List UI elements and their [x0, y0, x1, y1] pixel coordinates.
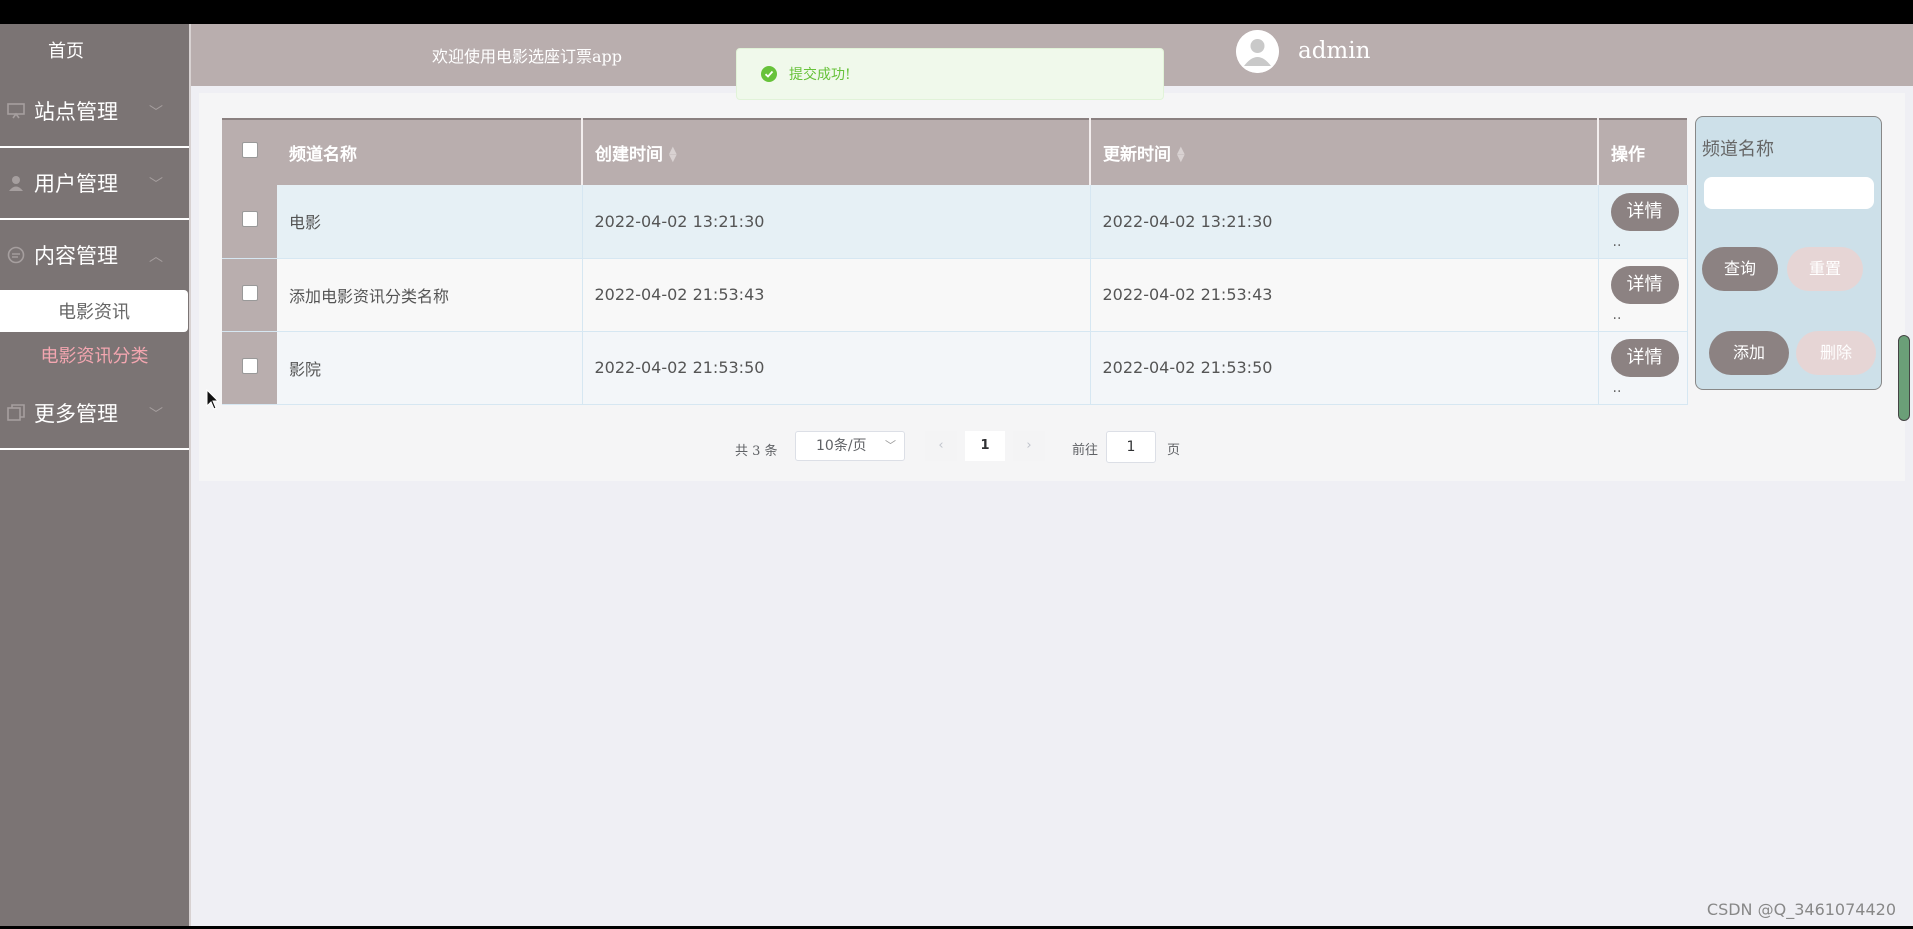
check-circle-icon	[761, 66, 777, 82]
column-header-updated[interactable]: 更新时间 ▲ ▼	[1090, 118, 1599, 185]
sidebar-item-movie-news[interactable]: 电影资讯	[0, 290, 188, 332]
sidebar-group-more[interactable]: 更多管理 ﹀	[0, 378, 189, 450]
sidebar-item-movie-news-category[interactable]: 电影资讯分类	[0, 332, 189, 378]
user-icon	[6, 173, 26, 193]
page-size-select[interactable]: 10条/页 ﹀	[795, 431, 905, 461]
avatar[interactable]	[1236, 30, 1279, 73]
row-checkbox[interactable]	[241, 284, 258, 301]
avatar-icon	[1236, 30, 1279, 73]
column-header-name: 频道名称	[277, 118, 583, 185]
chevron-up-icon: ︿	[149, 249, 163, 265]
sidebar-group-user[interactable]: 用户管理 ﹀	[0, 148, 189, 220]
sidebar-home-label: 首页	[48, 41, 84, 62]
cell-actions: 详情..	[1598, 331, 1688, 405]
app-frame: 首页 站点管理 ﹀ 用户管理 ﹀ 内容管理 ︿ 电影资讯 电影资讯分类 更多管理…	[0, 24, 1913, 926]
total-count: 共 3 条	[735, 444, 778, 459]
chevron-down-icon: ﹀	[149, 105, 163, 121]
toast-message: 提交成功!	[789, 67, 851, 83]
app-title: 欢迎使用电影选座订票app	[432, 47, 623, 66]
cell-created: 2022-04-02 13:21:30	[582, 185, 1091, 259]
pagination: 共 3 条 10条/页 ﹀ ‹ 1 › 前往 1 页	[199, 431, 1905, 465]
more-actions[interactable]: ..	[1613, 234, 1622, 250]
row-checkbox[interactable]	[241, 211, 258, 228]
sidebar-sub-label: 电影资讯	[58, 302, 130, 323]
detail-button[interactable]: 详情	[1610, 339, 1679, 377]
sidebar-group-content[interactable]: 内容管理 ︿	[0, 220, 189, 290]
sidebar: 首页 站点管理 ﹀ 用户管理 ﹀ 内容管理 ︿ 电影资讯 电影资讯分类 更多管理…	[0, 24, 191, 926]
cell-created: 2022-04-02 21:53:43	[582, 258, 1091, 332]
table-row: 添加电影资讯分类名称 2022-04-02 21:53:43 2022-04-0…	[222, 258, 1688, 332]
search-panel: 频道名称 查询 重置 添加 删除	[1695, 116, 1882, 390]
copy-icon	[6, 403, 26, 423]
scrollbar-thumb[interactable]	[1898, 335, 1910, 421]
select-all-cell[interactable]	[222, 118, 277, 185]
sidebar-sub-label: 电影资讯分类	[40, 346, 149, 367]
main-panel: 频道名称 创建时间 ▲ ▼ 更新时间 ▲ ▼ 操作 电影 2022-04-02 13:2…	[199, 93, 1905, 481]
page-size-value: 10条/页	[816, 438, 867, 454]
prev-page-button[interactable]: ‹	[925, 431, 957, 461]
chat-icon	[6, 245, 26, 265]
cell-actions: 详情..	[1598, 185, 1688, 259]
row-checkbox-cell[interactable]	[222, 331, 277, 405]
monitor-icon	[6, 101, 26, 121]
watermark: CSDN @Q_3461074420	[1706, 900, 1896, 919]
cell-created: 2022-04-02 21:53:50	[582, 331, 1091, 405]
mouse-cursor-icon	[206, 388, 220, 415]
user-name[interactable]: admin	[1298, 38, 1370, 64]
cell-updated: 2022-04-02 13:21:30	[1090, 185, 1599, 259]
chevron-right-icon: ›	[1026, 438, 1032, 453]
cell-updated: 2022-04-02 21:53:43	[1090, 258, 1599, 332]
cell-name: 电影	[277, 185, 583, 259]
more-actions[interactable]: ..	[1613, 380, 1622, 396]
row-checkbox-cell[interactable]	[222, 185, 277, 259]
chevron-left-icon: ‹	[938, 438, 944, 453]
channel-name-input[interactable]	[1704, 177, 1874, 209]
chevron-down-icon: ﹀	[149, 177, 163, 193]
column-label: 更新时间	[1103, 145, 1171, 165]
chevron-down-icon: ﹀	[885, 439, 896, 452]
row-checkbox[interactable]	[241, 357, 258, 374]
data-table: 频道名称 创建时间 ▲ ▼ 更新时间 ▲ ▼ 操作 电影 2022-04-02 13:2…	[222, 118, 1688, 405]
goto-label: 前往	[1072, 443, 1099, 458]
sidebar-group-label: 更多管理	[34, 402, 118, 426]
column-header-actions: 操作	[1598, 118, 1687, 185]
detail-button[interactable]: 详情	[1610, 266, 1679, 304]
cell-name: 添加电影资讯分类名称	[277, 258, 583, 332]
page-number-current[interactable]: 1	[965, 431, 1005, 461]
search-field-label: 频道名称	[1702, 139, 1774, 160]
select-all-checkbox[interactable]	[241, 142, 258, 158]
more-actions[interactable]: ..	[1613, 307, 1622, 323]
success-toast: 提交成功!	[736, 48, 1164, 100]
column-label: 频道名称	[289, 145, 357, 165]
table-row: 影院 2022-04-02 21:53:50 2022-04-02 21:53:…	[222, 331, 1688, 405]
cell-actions: 详情..	[1598, 258, 1688, 332]
sidebar-item-home[interactable]: 首页	[0, 24, 189, 76]
row-checkbox-cell[interactable]	[222, 258, 277, 332]
column-header-created[interactable]: 创建时间 ▲ ▼	[582, 118, 1091, 185]
sidebar-group-label: 用户管理	[34, 172, 118, 196]
sidebar-group-label: 内容管理	[34, 244, 118, 268]
column-label: 操作	[1611, 145, 1645, 165]
cell-updated: 2022-04-02 21:53:50	[1090, 331, 1599, 405]
column-label: 创建时间	[595, 145, 663, 165]
query-button[interactable]: 查询	[1702, 247, 1778, 291]
reset-button[interactable]: 重置	[1787, 247, 1863, 291]
page-unit-label: 页	[1167, 443, 1181, 458]
chevron-down-icon: ﹀	[149, 407, 163, 423]
sidebar-group-site[interactable]: 站点管理 ﹀	[0, 76, 189, 148]
sort-icon[interactable]: ▲ ▼	[669, 146, 677, 164]
detail-button[interactable]: 详情	[1610, 192, 1679, 231]
sidebar-group-label: 站点管理	[34, 100, 118, 124]
table-row: 电影 2022-04-02 13:21:30 2022-04-02 13:21:…	[222, 185, 1688, 259]
next-page-button[interactable]: ›	[1013, 431, 1045, 461]
cell-name: 影院	[277, 331, 583, 405]
delete-button[interactable]: 删除	[1796, 331, 1876, 375]
table-header-row: 频道名称 创建时间 ▲ ▼ 更新时间 ▲ ▼ 操作	[222, 118, 1687, 185]
add-button[interactable]: 添加	[1709, 331, 1789, 375]
goto-page-input[interactable]: 1	[1106, 431, 1156, 463]
sort-icon[interactable]: ▲ ▼	[1177, 146, 1185, 164]
